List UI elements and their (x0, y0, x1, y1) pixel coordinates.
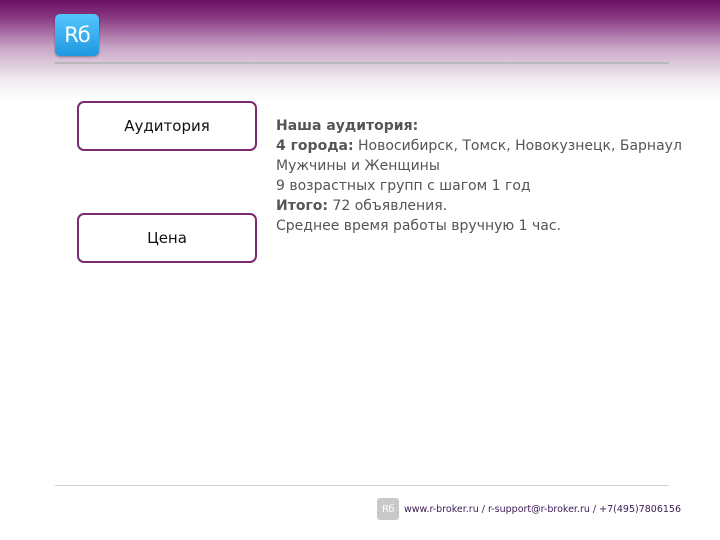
header-divider (55, 62, 669, 64)
footer-divider (55, 485, 669, 486)
brand-logo: Rб (55, 14, 99, 56)
age-groups-line: 9 возрастных групп с шагом 1 год (276, 178, 531, 194)
audience-description: Наша аудитория: 4 города: Новосибирск, Т… (276, 116, 716, 236)
footer-logo: Rб (377, 498, 399, 520)
footer-contacts: www.r-broker.ru / r-support@r-broker.ru … (404, 504, 682, 515)
time-line: Среднее время работы вручную 1 час. (276, 218, 562, 234)
cities-label: 4 города: (276, 138, 354, 154)
audience-heading: Наша аудитория: (276, 118, 419, 134)
cities-value: Новосибирск, Томск, Новокузнецк, Барнаул (353, 138, 682, 154)
total-line: Итого: 72 объявления. (276, 196, 716, 216)
cities-line: 4 города: Новосибирск, Томск, Новокузнец… (276, 136, 716, 156)
total-value: 72 объявления. (327, 198, 448, 214)
gender-line: Мужчины и Женщины (276, 158, 440, 174)
audience-box: Аудитория (77, 101, 257, 151)
total-label: Итого: (276, 198, 328, 214)
price-box: Цена (77, 213, 257, 263)
